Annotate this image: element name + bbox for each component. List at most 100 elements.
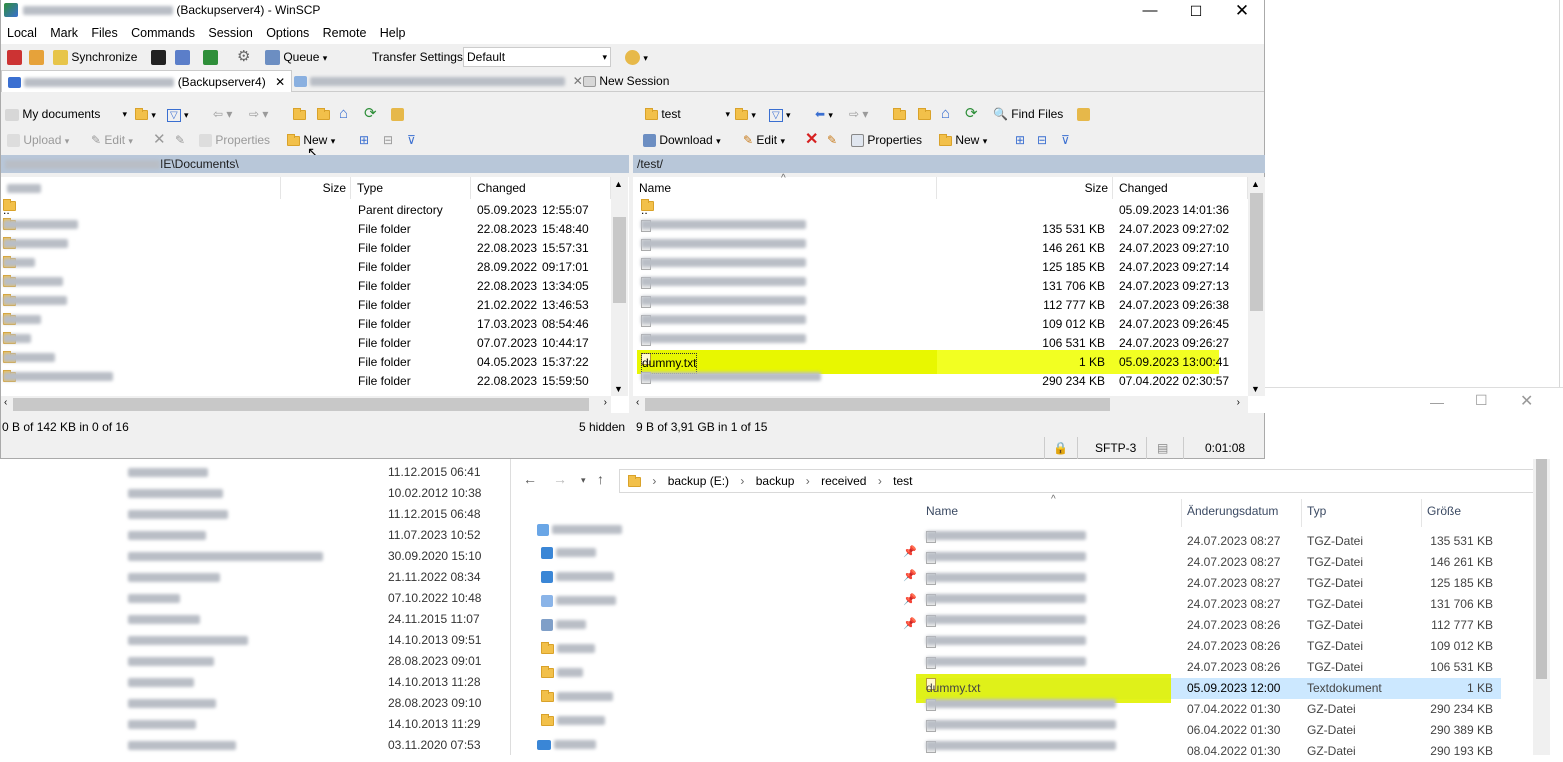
upload-button[interactable]: Upload ▾ <box>7 131 69 149</box>
open-folder-icon[interactable]: ▾ <box>135 105 156 123</box>
breadcrumb-item[interactable]: backup (E:) <box>668 474 729 488</box>
table-row[interactable]: 125 185 KB 24.07.2023 09:27:14 <box>633 258 1247 277</box>
parent-directory-icon[interactable] <box>293 105 306 123</box>
select-all-icon[interactable]: ⊞ <box>359 131 369 149</box>
rename-icon[interactable]: ✎ <box>827 131 837 149</box>
left-vertical-scrollbar[interactable]: ▲ ▼ <box>611 177 628 396</box>
right-location-select[interactable]: test ▾ <box>645 105 730 123</box>
back-icon[interactable]: ⬅ ▾ <box>815 105 833 123</box>
list-item[interactable]: 03.11.2020 07:53 <box>128 736 488 754</box>
forward-icon[interactable]: ⇨ ▾ <box>249 105 268 123</box>
menu-session[interactable]: Session <box>208 26 252 40</box>
filter-icon[interactable]: ▽ ▾ <box>167 105 189 123</box>
table-row[interactable]: File folder 04.05.2023 15:37:22 <box>1 351 611 372</box>
putty-icon[interactable] <box>175 48 190 66</box>
hidden-count[interactable]: 5 hidden <box>579 417 625 437</box>
filter-select-icon[interactable]: ⊽ <box>407 131 416 149</box>
table-row[interactable]: File folder 28.09.2022 09:17:01 <box>1 256 611 277</box>
sync-browsing-icon[interactable] <box>29 48 44 66</box>
table-row[interactable]: File folder 17.03.2023 08:54:46 <box>1 313 611 334</box>
root-directory-icon[interactable] <box>317 105 330 123</box>
pin-icon[interactable]: 📌 <box>903 566 917 586</box>
list-item[interactable]: 14.10.2013 11:29 <box>128 715 488 733</box>
home-icon[interactable]: ⌂ <box>339 105 348 123</box>
forward-icon[interactable]: ⇨ ▾ <box>849 105 868 123</box>
select-all-icon[interactable]: ⊞ <box>1015 131 1025 149</box>
table-row[interactable]: 24.07.2023 08:27 TGZ-Datei 125 185 KB <box>916 573 1501 594</box>
parent-directory-icon[interactable] <box>893 105 906 123</box>
list-item[interactable]: 21.11.2022 08:34 <box>128 568 488 586</box>
breadcrumb-item[interactable]: received <box>821 474 866 488</box>
nav-item[interactable]: 📌 <box>541 614 917 634</box>
menu-mark[interactable]: Mark <box>50 26 78 40</box>
left-location-select[interactable]: My documents ▾ <box>5 105 127 123</box>
table-row[interactable]: ..Parent directory05.09.202312:55:07 <box>1 199 611 220</box>
back-icon[interactable]: ⇦ ▾ <box>213 105 232 123</box>
table-row[interactable]: File folder 07.07.2023 10:44:17 <box>1 332 611 353</box>
list-item[interactable]: 30.09.2020 15:10 <box>128 547 488 565</box>
list-item[interactable]: 28.08.2023 09:10 <box>128 694 488 712</box>
delete-icon[interactable]: ✕ <box>153 131 166 149</box>
right-path-bar[interactable]: /test/ <box>633 155 1265 173</box>
maximize-icon[interactable]: ☐ <box>1173 0 1219 22</box>
table-row-dummy[interactable]: dummy.txt 1 KB 05.09.2023 13:00:41 <box>633 353 1247 374</box>
preferences-gear-icon[interactable]: ⚙ <box>237 48 250 66</box>
pin-icon[interactable]: 📌 <box>903 542 917 562</box>
column-header-changed[interactable]: Changed <box>1113 177 1248 199</box>
edit-button[interactable]: ✎ Edit ▾ <box>91 131 133 149</box>
nav-item[interactable] <box>541 662 584 682</box>
nav-item[interactable] <box>541 686 614 706</box>
nav-item[interactable] <box>537 734 597 754</box>
nav-item[interactable] <box>541 638 596 658</box>
column-header-size[interactable]: Größe <box>1427 504 1461 518</box>
list-item[interactable]: 14.10.2013 11:28 <box>128 673 488 691</box>
unselect-all-icon[interactable]: ⊟ <box>1037 131 1047 149</box>
nav-item[interactable]: 📌 <box>541 566 917 586</box>
tab-other-session[interactable]: ✕ <box>288 70 589 92</box>
breadcrumb-item[interactable]: test <box>893 474 912 488</box>
table-row[interactable]: 135 531 KB 24.07.2023 09:27:02 <box>633 220 1247 239</box>
right-vertical-scrollbar[interactable]: ▲ ▼ <box>1248 177 1265 396</box>
table-row[interactable]: File folder 22.08.2023 15:57:31 <box>1 237 611 258</box>
pin-icon[interactable]: 📌 <box>903 590 917 610</box>
home-icon[interactable]: ⌂ <box>941 105 950 123</box>
close-tab-icon[interactable]: ✕ <box>275 75 285 89</box>
list-item[interactable]: 11.12.2015 06:48 <box>128 505 488 523</box>
history-dropdown-icon[interactable]: ▾ <box>581 475 586 486</box>
close-icon[interactable]: ✕ <box>1520 391 1533 411</box>
explorer-scrollbar[interactable] <box>1533 424 1550 755</box>
column-header-date[interactable]: Änderungsdatum <box>1187 504 1278 518</box>
menu-remote[interactable]: Remote <box>323 26 367 40</box>
download-button[interactable]: Download ▾ <box>643 131 721 149</box>
forward-icon[interactable]: → <box>553 471 567 487</box>
address-bar[interactable]: › backup (E:) › backup › received › test <box>619 469 1534 493</box>
menu-commands[interactable]: Commands <box>131 26 195 40</box>
nav-item[interactable] <box>541 710 606 730</box>
filter-icon[interactable]: ▽ ▾ <box>769 105 791 123</box>
nav-item[interactable] <box>537 519 623 539</box>
filter-select-icon[interactable]: ⊽ <box>1061 131 1070 149</box>
table-row[interactable]: 24.07.2023 08:27 TGZ-Datei 135 531 KB <box>916 531 1501 552</box>
properties-button[interactable]: Properties <box>851 131 922 149</box>
table-row[interactable]: 24.07.2023 08:26 TGZ-Datei 109 012 KB <box>916 636 1501 657</box>
table-row-dummy[interactable]: dummy.txt 05.09.2023 12:00 Textdokument … <box>916 674 1501 703</box>
transfer-settings-select[interactable]: Default ▾ <box>463 47 611 67</box>
table-row[interactable]: 06.04.2022 01:30 GZ-Datei 290 389 KB <box>916 720 1501 741</box>
table-row[interactable]: 07.04.2022 01:30 GZ-Datei 290 234 KB <box>916 699 1501 720</box>
menu-help[interactable]: Help <box>380 26 406 40</box>
tab-backupserver4[interactable]: (Backupserver4) ✕ <box>1 70 293 92</box>
table-row[interactable]: 131 706 KB 24.07.2023 09:27:13 <box>633 277 1247 296</box>
left-horizontal-scrollbar[interactable]: ‹ › <box>1 396 611 413</box>
table-row[interactable]: 24.07.2023 08:27 TGZ-Datei 146 261 KB <box>916 552 1501 573</box>
tree-toggle-icon[interactable] <box>391 105 404 123</box>
table-row[interactable]: 24.07.2023 08:26 TGZ-Datei 112 777 KB <box>916 615 1501 636</box>
list-item[interactable]: 10.02.2012 10:38 <box>128 484 488 502</box>
open-folder-icon[interactable]: ▾ <box>735 105 756 123</box>
close-icon[interactable]: ✕ <box>1219 0 1265 22</box>
column-header-type[interactable]: Typ <box>1307 504 1326 518</box>
list-item[interactable]: 11.12.2015 06:41 <box>128 463 488 481</box>
compare-directories-icon[interactable] <box>7 48 22 66</box>
unselect-all-icon[interactable]: ⊟ <box>383 131 393 149</box>
left-path-bar[interactable]: IE\Documents\ <box>1 155 629 173</box>
minimize-icon[interactable]: — <box>1127 0 1173 22</box>
